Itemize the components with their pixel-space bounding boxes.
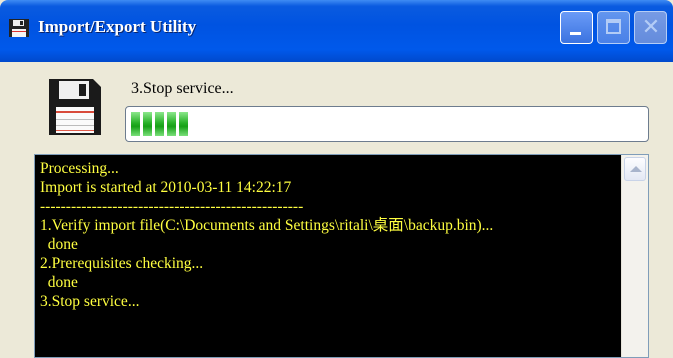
progress-segment <box>155 112 164 136</box>
console-line: 2.Prerequisites checking... <box>40 255 204 272</box>
scroll-up-button[interactable] <box>624 157 646 181</box>
console-line: 3.Stop service... <box>40 293 140 310</box>
import-export-window: Import/Export Utility ✕ 3.Stop service..… <box>0 0 673 358</box>
vertical-scrollbar[interactable] <box>621 155 648 357</box>
close-icon: ✕ <box>641 15 661 40</box>
progress-segment <box>167 112 176 136</box>
maximize-button[interactable] <box>597 11 630 44</box>
status-label: 3.Stop service... <box>131 80 234 97</box>
console-line: 1.Verify import file(C:\Documents and Se… <box>40 217 494 234</box>
console-line: Processing... <box>40 160 119 177</box>
progress-segment <box>143 112 152 136</box>
maximize-icon <box>606 19 621 34</box>
console-line: done <box>40 274 78 291</box>
console-line: Import is started at 2010-03-11 14:22:17 <box>40 179 292 196</box>
progress-segment <box>179 112 188 136</box>
progress-bar <box>125 106 649 142</box>
window-title: Import/Export Utility <box>38 17 197 36</box>
progress-fill <box>131 112 188 136</box>
console-output[interactable]: Processing... Import is started at 2010-0… <box>34 154 649 358</box>
scroll-up-arrow-icon <box>630 166 642 172</box>
title-bar[interactable]: Import/Export Utility ✕ <box>0 0 673 62</box>
close-button[interactable]: ✕ <box>634 11 667 44</box>
floppy-disk-icon <box>9 19 29 37</box>
console-log: Processing... Import is started at 2010-0… <box>40 159 493 311</box>
console-line: ----------------------------------------… <box>40 198 304 215</box>
console-line: done <box>40 236 78 253</box>
floppy-disk-icon <box>47 77 103 137</box>
minimize-button[interactable] <box>560 11 593 44</box>
progress-segment <box>131 112 140 136</box>
minimize-icon <box>570 32 581 35</box>
